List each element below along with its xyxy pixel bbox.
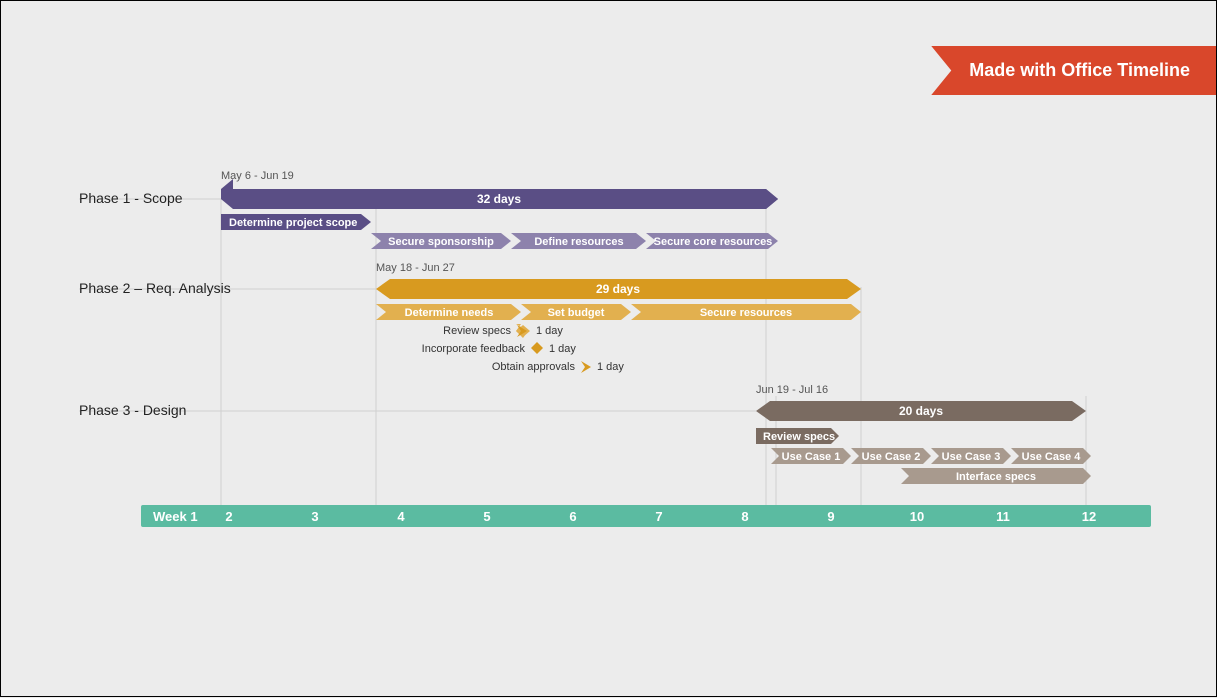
svg-text:Secure resources: Secure resources	[700, 307, 792, 319]
p3-task-iface: Interface specs	[901, 468, 1091, 484]
svg-text:1 day: 1 day	[549, 343, 576, 355]
week-10: 10	[910, 509, 924, 524]
svg-text:Use Case 1: Use Case 1	[782, 451, 841, 463]
svg-text:Determine needs: Determine needs	[405, 307, 494, 319]
week-4: 4	[397, 509, 405, 524]
svg-text:Secure sponsorship: Secure sponsorship	[388, 236, 494, 248]
week-12: 12	[1082, 509, 1096, 524]
svg-text:1 day: 1 day	[536, 325, 563, 337]
p2-task-needs: Determine needs	[376, 304, 521, 320]
svg-text:Use Case 2: Use Case 2	[862, 451, 921, 463]
svg-text:Secure core resources: Secure core resources	[654, 236, 773, 248]
svg-text:Define resources: Define resources	[534, 236, 623, 248]
phase2-label: Phase 2 – Req. Analysis	[79, 280, 231, 296]
svg-text:Use Case 3: Use Case 3	[942, 451, 1001, 463]
p1-task-scope: Determine project scope	[221, 214, 371, 230]
svg-text:Use Case 4: Use Case 4	[1022, 451, 1082, 463]
svg-text:1 day: 1 day	[597, 361, 624, 373]
week-7: 7	[655, 509, 662, 524]
phase1-duration: 32 days	[477, 192, 521, 206]
p3-task-uc1: Use Case 1	[771, 448, 851, 464]
phase3-daterange: Jun 19 - Jul 16	[756, 384, 828, 396]
svg-text:Incorporate feedback: Incorporate feedback	[422, 343, 526, 355]
week-5: 5	[483, 509, 490, 524]
week-3: 3	[311, 509, 318, 524]
svg-text:Review specs: Review specs	[443, 325, 511, 337]
svg-text:Set budget: Set budget	[548, 307, 605, 319]
milestone-feedback: Incorporate feedback 1 day	[422, 342, 577, 355]
week-9: 9	[827, 509, 834, 524]
p1-task-define: Define resources	[511, 233, 646, 249]
p2-task-resources: Secure resources	[631, 304, 861, 320]
phase3-duration: 20 days	[899, 404, 943, 418]
phase2-daterange: May 18 - Jun 27	[376, 262, 455, 274]
week-6: 6	[569, 509, 576, 524]
svg-text:Review specs: Review specs	[763, 431, 835, 443]
svg-text:Obtain approvals: Obtain approvals	[492, 361, 576, 373]
phase3-label: Phase 3 - Design	[79, 402, 186, 418]
svg-text:Determine project scope: Determine project scope	[229, 217, 357, 229]
p2-task-budget: Set budget	[521, 304, 631, 320]
milestone-review: Review specs 1 day	[443, 324, 563, 338]
p1-task-sponsorship: Secure sponsorship	[371, 233, 511, 249]
week-11: 11	[996, 509, 1010, 524]
week-2: 2	[225, 509, 232, 524]
p3-task-review: Review specs	[756, 428, 839, 444]
week-8: 8	[741, 509, 748, 524]
p3-task-uc2: Use Case 2	[851, 448, 931, 464]
p3-task-uc3: Use Case 3	[931, 448, 1011, 464]
p3-task-uc4: Use Case 4	[1011, 448, 1091, 464]
svg-text:Interface specs: Interface specs	[956, 471, 1036, 483]
timeline-chart: Phase 1 - Scope May 6 - Jun 19 32 days 3…	[1, 1, 1217, 698]
phase2-duration: 29 days	[596, 282, 640, 296]
phase1-label: Phase 1 - Scope	[79, 190, 183, 206]
week-1: Week 1	[153, 509, 198, 524]
milestone-approvals: Obtain approvals 1 day	[492, 361, 625, 373]
p1-task-secure: Secure core resources	[646, 233, 778, 249]
